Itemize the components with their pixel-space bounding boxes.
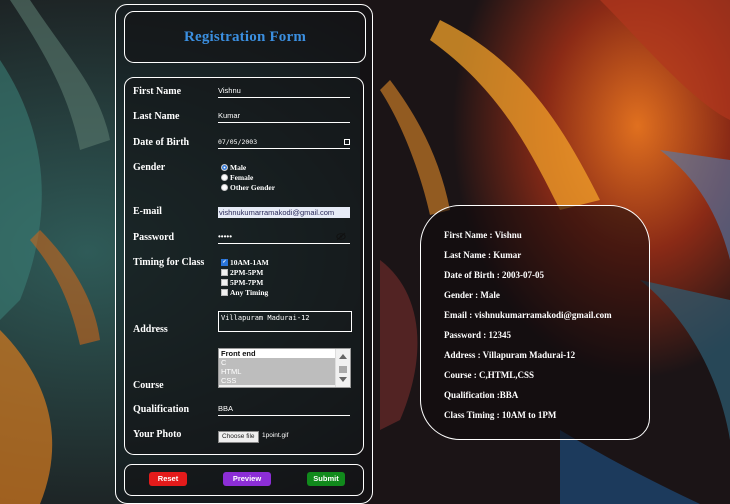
preview-gender: Gender : Male [444, 290, 500, 300]
title-panel: Registration Form [124, 11, 366, 63]
timing-option-1-label: 10AM-1AM [230, 258, 269, 267]
gender-female-option[interactable]: Female [221, 173, 253, 182]
submit-button[interactable]: Submit [307, 472, 345, 486]
gender-other-label: Other Gender [230, 183, 276, 192]
checkbox-checked[interactable]: ✓ [221, 259, 228, 266]
photo-label: Your Photo [133, 429, 182, 440]
preview-card [420, 205, 650, 440]
reset-button[interactable]: Reset [149, 472, 187, 486]
preview-last-name: Last Name : Kumar [444, 250, 522, 260]
preview-course: Course : C,HTML,CSS [444, 370, 535, 380]
eye-slash-icon[interactable] [336, 232, 346, 241]
gender-label: Gender [133, 162, 166, 173]
course-option-group[interactable]: Front end [219, 349, 350, 358]
gender-male-label: Male [230, 163, 247, 172]
radio-other[interactable] [221, 184, 228, 191]
form-title: Registration Form [183, 29, 307, 45]
timing-option-4-label: Any Timing [230, 288, 269, 297]
gender-male-option[interactable]: Male [221, 163, 246, 172]
checkbox[interactable] [221, 269, 228, 276]
course-option[interactable]: CSS [219, 376, 350, 385]
last-name-input[interactable]: Kumar [218, 110, 350, 123]
course-label: Course [133, 380, 164, 391]
scroll-up-icon[interactable] [339, 354, 347, 359]
timing-option-2-label: 2PM-5PM [230, 268, 264, 277]
password-label: Password [133, 232, 175, 243]
preview-first-name: First Name : Vishnu [444, 230, 522, 240]
course-select[interactable]: Front end C HTML CSS [218, 348, 351, 388]
preview-button[interactable]: Preview [223, 472, 271, 486]
radio-female[interactable] [221, 174, 228, 181]
dob-value: 07/05/2003 [218, 138, 258, 146]
dob-label: Date of Birth [133, 137, 190, 148]
address-label: Address [133, 324, 168, 335]
preview-email: Email : vishnukumarramakodi@gmail.com [444, 310, 612, 320]
last-name-label: Last Name [133, 111, 180, 122]
checkbox[interactable] [221, 289, 228, 296]
checkbox[interactable] [221, 279, 228, 286]
preview-qualification: Qualification :BBA [444, 390, 519, 400]
preview-class-timing: Class Timing : 10AM to 1PM [444, 410, 557, 420]
preview-dob: Date of Birth : 2003-07-05 [444, 270, 544, 280]
preview-address: Address : Villapuram Madurai-12 [444, 350, 576, 360]
listbox-scrollbar[interactable] [335, 349, 350, 387]
dob-input[interactable]: 07/05/2003 [218, 136, 350, 149]
timing-option-4[interactable]: Any Timing [221, 288, 268, 297]
gender-other-option[interactable]: Other Gender [221, 183, 275, 192]
course-option[interactable]: HTML [219, 367, 350, 376]
preview-password: Password : 12345 [444, 330, 511, 340]
first-name-label: First Name [133, 86, 182, 97]
timing-option-1[interactable]: ✓ 10AM-1AM [221, 258, 269, 267]
radio-male[interactable] [221, 164, 228, 171]
gender-female-label: Female [230, 173, 254, 182]
timing-option-2[interactable]: 2PM-5PM [221, 268, 263, 277]
timing-option-3-label: 5PM-7PM [230, 278, 264, 287]
course-option[interactable]: C [219, 358, 350, 367]
first-name-input[interactable]: Vishnu [218, 85, 350, 98]
timing-label: Timing for Class [133, 257, 205, 268]
file-name: 1point.gif [262, 432, 289, 439]
choose-file-button[interactable]: Choose file [218, 431, 259, 443]
calendar-icon[interactable] [344, 139, 350, 145]
address-textarea[interactable]: Villapuram Madurai-12 [218, 311, 352, 332]
timing-option-3[interactable]: 5PM-7PM [221, 278, 263, 287]
email-input[interactable]: vishnukumarramakodi@gmail.com [218, 207, 350, 218]
qualification-input[interactable]: BBA [218, 403, 350, 416]
password-input[interactable]: ••••• [218, 231, 350, 244]
scroll-down-icon[interactable] [339, 377, 347, 382]
qualification-label: Qualification [133, 404, 190, 415]
email-label: E-mail [133, 206, 162, 217]
scroll-thumb[interactable] [339, 366, 347, 373]
